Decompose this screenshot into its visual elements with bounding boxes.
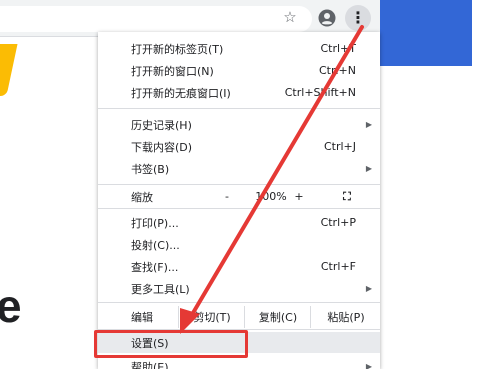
- annotation-arrow: [180, 25, 364, 334]
- annotation-arrow-head: [180, 308, 200, 334]
- annotation-arrow-shaft: [188, 25, 364, 320]
